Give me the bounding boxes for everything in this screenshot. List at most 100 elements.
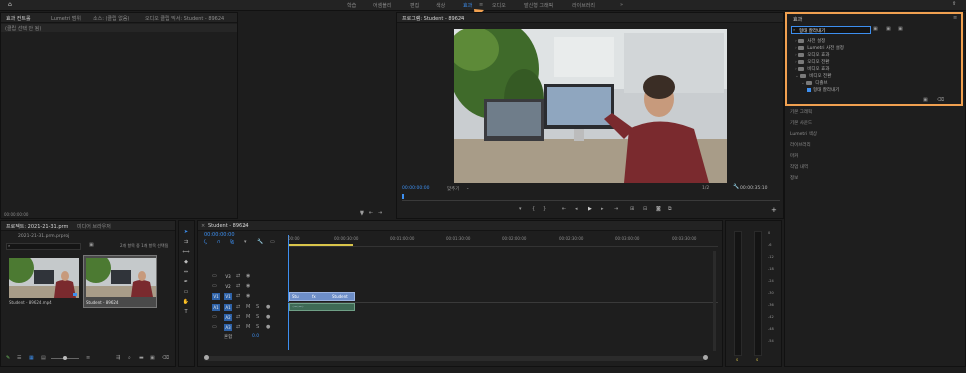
share-icon[interactable]: ⇪: [952, 2, 956, 7]
microphone-icon[interactable]: ●: [266, 305, 270, 310]
source-patch-icon[interactable]: ▭: [212, 284, 217, 289]
source-patch-icon[interactable]: ▭: [212, 315, 217, 320]
pencil-icon[interactable]: ✎: [6, 356, 10, 361]
yuv-effects-icon[interactable]: ▣: [898, 27, 903, 32]
source-patch-icon[interactable]: ▭: [212, 325, 217, 330]
insert-icon[interactable]: ⊞: [630, 207, 634, 212]
panel-history[interactable]: 작업 내역: [790, 164, 808, 170]
accelerated-effects-icon[interactable]: ▣: [873, 27, 878, 32]
effects-menu-icon[interactable]: ≡: [953, 16, 957, 21]
track-select-tool-icon[interactable]: ⇉: [182, 239, 190, 245]
delete-icon[interactable]: ⌫: [937, 98, 944, 103]
video-clip[interactable]: Stu fx Student: [289, 292, 355, 301]
mark-out-icon[interactable]: }: [543, 207, 546, 212]
eye-icon[interactable]: ◉: [246, 284, 250, 289]
panel-markers[interactable]: 마커: [790, 153, 798, 159]
project-search-input[interactable]: ⌕: [6, 243, 81, 250]
32bit-effects-icon[interactable]: ▣: [886, 27, 891, 32]
play-icon[interactable]: ▶: [588, 207, 592, 212]
sort-icon[interactable]: ≡: [86, 356, 90, 361]
timeline-vertical-scrollbar[interactable]: [713, 251, 716, 351]
wrench-icon[interactable]: 🔧: [733, 185, 739, 190]
tree-item-video-effects[interactable]: › 비디오 효과: [795, 66, 829, 72]
go-to-out-icon[interactable]: ⇥: [614, 207, 618, 212]
program-timecode[interactable]: 00:00:00:00: [402, 186, 429, 191]
mute-icon[interactable]: M: [246, 305, 250, 310]
tree-item-morph-cut[interactable]: 형태 잘라내기: [807, 87, 839, 93]
hand-tool-icon[interactable]: ✋: [182, 299, 190, 305]
sequence-menu-icon[interactable]: ≡: [243, 223, 247, 229]
tab-source[interactable]: 소스: (클립 없음): [93, 15, 129, 22]
sync-lock-icon[interactable]: ⇄: [236, 325, 240, 330]
tree-item-audio-effects[interactable]: › 오디오 효과: [795, 52, 829, 58]
solo-icon[interactable]: S: [256, 325, 259, 330]
sync-lock-icon[interactable]: ⇄: [236, 284, 240, 289]
wrench-icon[interactable]: 🔧: [257, 240, 263, 245]
add-marker-icon[interactable]: ▾: [519, 207, 522, 212]
tab-graphics[interactable]: 발신형 그래픽: [524, 2, 553, 9]
automate-icon[interactable]: ⇶: [116, 356, 120, 361]
solo-icon[interactable]: S: [256, 305, 259, 310]
tab-media-browser[interactable]: 미디어 브라우저: [77, 223, 111, 230]
snap-icon[interactable]: ∩: [217, 240, 221, 245]
razor-tool-icon[interactable]: ◆: [182, 259, 190, 265]
track-label-a1[interactable]: A1: [224, 304, 232, 311]
playhead-marker[interactable]: [402, 194, 404, 199]
more-workspaces-icon[interactable]: »: [620, 2, 623, 8]
go-to-in-icon[interactable]: ⇤: [562, 207, 566, 212]
source-patch-a1[interactable]: A1: [212, 304, 220, 311]
tab-lumetri-scopes[interactable]: Lumetri 범위: [51, 15, 81, 22]
panel-lumetri-color[interactable]: Lumetri 색상: [790, 131, 817, 137]
solo-left[interactable]: S: [736, 358, 738, 362]
sync-lock-icon[interactable]: ⇄: [236, 294, 240, 299]
panel-info[interactable]: 정보: [790, 175, 798, 181]
sync-lock-icon[interactable]: ⇄: [236, 305, 240, 310]
mark-in-icon[interactable]: {: [532, 207, 535, 212]
tab-edit[interactable]: 편집: [410, 2, 419, 9]
sync-lock-icon[interactable]: ⇄: [236, 315, 240, 320]
source-settings-icon[interactable]: ⇥: [378, 211, 382, 216]
nest-icon[interactable]: ⤹: [204, 240, 207, 245]
linked-selection-icon[interactable]: ⧎: [230, 240, 234, 245]
tree-item-audio-transitions[interactable]: › 오디오 전환: [795, 59, 829, 65]
sync-lock-icon[interactable]: ⇄: [236, 274, 240, 279]
slip-tool-icon[interactable]: ⇔: [182, 269, 190, 275]
project-item-selected[interactable]: Student - 89624: [83, 255, 157, 308]
tab-assembly[interactable]: 어셈블리: [373, 2, 391, 9]
project-item[interactable]: Student - 89624.mp4: [9, 258, 79, 308]
selection-tool-icon[interactable]: ➤: [182, 229, 190, 235]
fit-dropdown[interactable]: 맞추기: [447, 186, 459, 192]
panel-libraries[interactable]: 라이브러리: [790, 142, 811, 148]
source-export-icon[interactable]: ⇤: [369, 211, 373, 216]
track-label-a2[interactable]: A2: [224, 314, 232, 321]
timeline-timecode[interactable]: 00:00:00:00: [204, 232, 235, 238]
source-patch-v1[interactable]: V1: [212, 293, 220, 300]
zoom-slider-handle[interactable]: [63, 356, 67, 360]
tab-libraries[interactable]: 라이브러리: [572, 2, 595, 9]
new-bin-bottom-icon[interactable]: ▬: [139, 356, 144, 361]
new-item-icon[interactable]: ▣: [150, 356, 155, 361]
scroll-handle-left[interactable]: [204, 355, 209, 360]
tab-audio-clip-mixer[interactable]: 오디오 클립 믹서: Student - 89624: [145, 15, 224, 22]
tree-item-presets[interactable]: › 사전 설정: [795, 38, 825, 44]
new-bin-icon[interactable]: ▣: [89, 243, 94, 248]
add-marker-icon[interactable]: ▾: [244, 240, 247, 245]
tree-item-video-transitions[interactable]: ⌄ 비디오 전환: [795, 73, 831, 79]
source-patch-icon[interactable]: ▭: [212, 274, 217, 279]
pen-tool-icon[interactable]: ✒: [182, 279, 190, 285]
add-button-icon[interactable]: +: [771, 207, 777, 214]
audio-clip[interactable]: ◦─◦─◦: [289, 303, 355, 311]
resolution-dropdown[interactable]: 1/2: [702, 186, 709, 191]
home-icon[interactable]: ⌂: [8, 2, 12, 8]
mute-icon[interactable]: M: [246, 325, 250, 330]
list-view-icon[interactable]: ☰: [17, 356, 21, 361]
panel-essential-graphics[interactable]: 기본 그래픽: [790, 109, 812, 115]
track-label-a3[interactable]: A3: [224, 324, 232, 331]
microphone-icon[interactable]: ●: [266, 315, 270, 320]
type-tool-icon[interactable]: T: [182, 309, 190, 315]
fit-chevron-down-icon[interactable]: ⌄: [466, 186, 469, 190]
timeline-horizontal-scrollbar[interactable]: [204, 356, 704, 361]
captions-icon[interactable]: ▭: [270, 240, 275, 245]
comparison-icon[interactable]: ⧉: [668, 207, 672, 212]
track-label-v2[interactable]: V2: [224, 283, 232, 290]
